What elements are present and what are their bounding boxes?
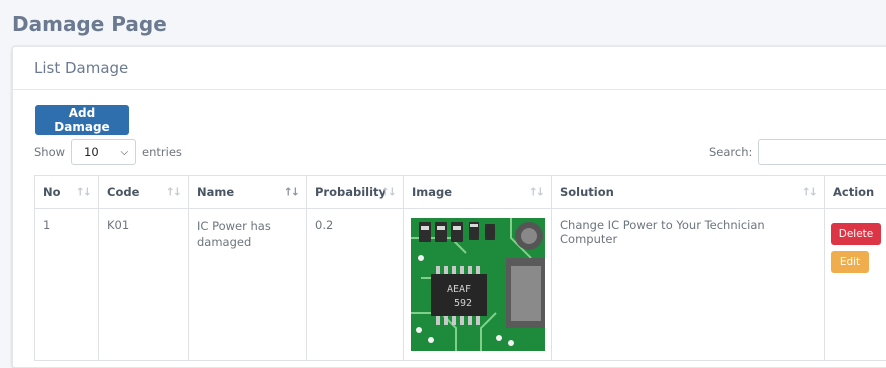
search-control: Search: [709,139,886,165]
entries-select-value: 10 [84,145,99,159]
damage-image: AEAF 592 [411,218,545,351]
sort-icon: ↑↓ [381,186,395,199]
sort-icon: ↑↓ [529,186,543,199]
sort-ascending-icon: ↑↓ [284,186,298,199]
column-header-no[interactable]: No↑↓ [35,176,99,209]
card-title: List Damage [34,59,128,77]
card-header: List Damage [13,47,886,90]
column-header-action[interactable]: Action↑↓ [825,176,886,209]
damage-table: No↑↓ Code↑↓ Name↑↓ Probability↑↓ Image↑↓… [34,175,886,361]
cell-no: 1 [35,209,99,361]
column-header-solution[interactable]: Solution↑↓ [552,176,825,209]
cell-name: IC Power has damaged [189,209,307,361]
chevron-down-icon: ⌵ [120,147,128,158]
sort-icon: ↑↓ [802,186,816,199]
add-damage-button[interactable]: Add Damage [35,105,129,135]
column-header-code[interactable]: Code↑↓ [99,176,189,209]
search-label: Search: [709,145,752,159]
show-label: Show [34,145,65,159]
column-header-image[interactable]: Image↑↓ [404,176,552,209]
table-header-row: No↑↓ Code↑↓ Name↑↓ Probability↑↓ Image↑↓… [35,176,886,209]
sort-icon: ↑↓ [76,186,90,199]
cell-probability: 0.2 [307,209,404,361]
cell-code: K01 [99,209,189,361]
page-title: Damage Page [12,12,167,36]
entries-length-control: Show 10 ⌵ entries [34,139,182,165]
column-header-probability[interactable]: Probability↑↓ [307,176,404,209]
delete-button[interactable]: Delete [831,223,881,245]
sort-icon: ↑↓ [166,186,180,199]
cell-action: Delete Edit [825,209,886,361]
column-header-name[interactable]: Name↑↓ [189,176,307,209]
damage-list-card: List Damage Add Damage Show 10 ⌵ entries… [12,46,886,368]
cell-image: AEAF 592 [404,209,552,361]
entries-label: entries [142,145,182,159]
cell-solution: Change IC Power to Your Technician Compu… [552,209,825,361]
search-input[interactable] [758,139,886,165]
edit-button[interactable]: Edit [831,251,869,273]
chip-marking-2: 592 [454,298,472,309]
chip-marking-1: AEAF [447,284,471,295]
entries-select[interactable]: 10 ⌵ [71,139,136,165]
table-row: 1 K01 IC Power has damaged 0.2 [35,209,886,361]
